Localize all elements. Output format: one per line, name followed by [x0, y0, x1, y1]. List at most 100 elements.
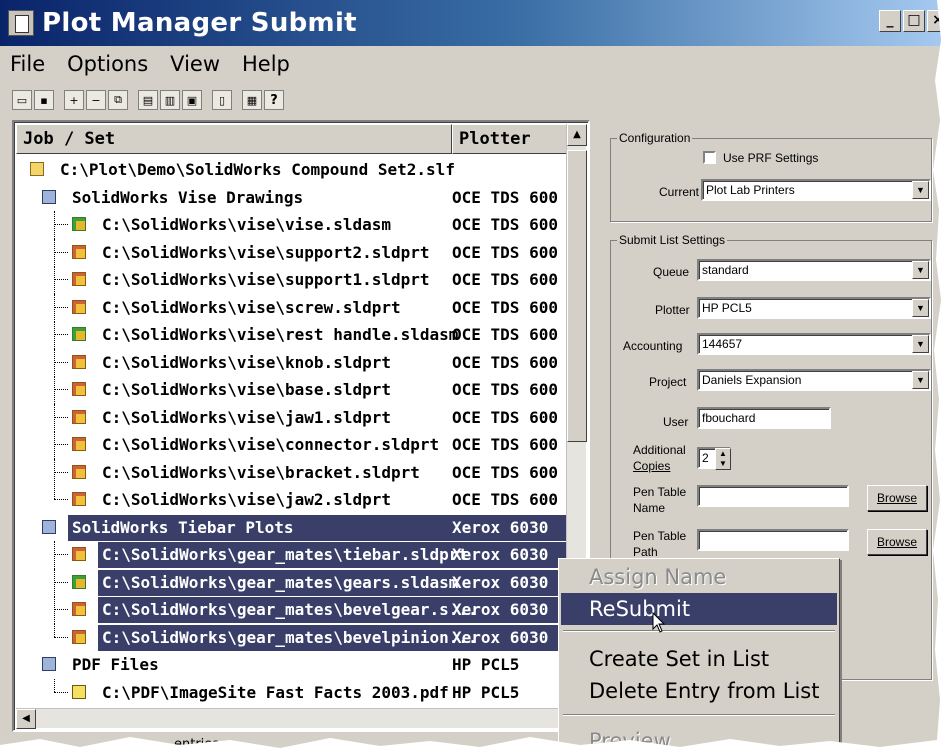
list-item[interactable]: C:\SolidWorks\vise\support1.sldprt OCE TD…	[16, 266, 572, 294]
accounting-select[interactable]: 144657 ▼	[697, 333, 931, 355]
add-file-icon[interactable]: +	[64, 90, 84, 110]
job-name: C:\SolidWorks\vise\knob.sldprt	[102, 352, 391, 372]
list-item[interactable]: C:\PDF\ImageSite Fast Facts 2003.pdf HP P…	[16, 678, 572, 707]
list-item[interactable]: SolidWorks Tiebar Plots Xerox 6030	[16, 514, 572, 542]
pen-table-path-field[interactable]	[697, 529, 849, 551]
tree-connector	[54, 416, 68, 418]
pdf-icon	[72, 684, 86, 699]
tree-connector	[54, 389, 68, 390]
user-field[interactable]: fbouchard	[697, 407, 831, 429]
list-item[interactable]: C:\SolidWorks\gear_mates\tiebar.sldprt Xe…	[16, 541, 572, 569]
plotter-name: OCE TDS 600	[452, 380, 558, 399]
tree-connector	[54, 266, 55, 294]
horizontal-scrollbar[interactable]: ◀	[16, 708, 568, 729]
list-item[interactable]: PDF Files HP PCL5	[16, 651, 572, 679]
maximize-button[interactable]: □	[903, 10, 925, 32]
browse-pen-path-button[interactable]: Browse	[867, 529, 927, 555]
plotter-name: OCE TDS 600	[452, 490, 558, 509]
title-bar[interactable]: Plot Manager Submit _ □ ×	[0, 0, 945, 46]
job-name: C:\SolidWorks\vise\jaw2.sldprt	[102, 490, 391, 509]
list-item[interactable]: C:\SolidWorks\vise\jaw1.sldprt OCE TDS 60…	[16, 403, 572, 432]
pen-path-label-line2: Path	[633, 545, 658, 559]
copies-spinner[interactable]: ▲ ▼	[715, 448, 731, 470]
set-icon	[42, 519, 56, 534]
tree-connector	[54, 224, 68, 225]
list-item[interactable]: C:\SolidWorks\vise\connector.sldprt OCE T…	[16, 431, 572, 459]
list-item[interactable]: C:\SolidWorks\vise\support2.sldprt OCE TD…	[16, 238, 572, 267]
open-icon[interactable]: ▭	[12, 90, 32, 110]
list-item[interactable]: SolidWorks Vise Drawings OCE TDS 600	[16, 184, 572, 212]
plotter-name: Xerox 6030	[452, 572, 549, 592]
tree-connector	[54, 293, 55, 322]
plotter-name: OCE TDS 600	[452, 297, 558, 317]
list-item[interactable]: C:\SolidWorks\vise\knob.sldprt OCE TDS 60…	[16, 348, 572, 377]
list-item[interactable]: C:\SolidWorks\gear_mates\bevelgear.s... X…	[16, 596, 572, 624]
pen-name-label-line2: Name	[633, 501, 666, 515]
minimize-button[interactable]: _	[879, 10, 901, 32]
list-item[interactable]: C:\SolidWorks\vise\rest handle.sldasm OCE…	[16, 321, 572, 349]
copy-icon[interactable]: ⧉	[108, 90, 128, 110]
list-item[interactable]: C:\SolidWorks\gear_mates\bevelpinion... X…	[16, 623, 572, 652]
scroll-up-icon[interactable]: ▲	[567, 124, 587, 146]
tree-connector	[54, 691, 68, 693]
list-item[interactable]: C:\Plot\Demo\SolidWorks Compound Set2.sl…	[16, 156, 572, 184]
tree-connector	[54, 251, 68, 253]
list-item[interactable]: C:\SolidWorks\vise\base.sldprt OCE TDS 60…	[16, 376, 572, 404]
tree-connector	[54, 581, 68, 583]
list-item[interactable]: C:\SolidWorks\vise\bracket.sldprt OCE TDS…	[16, 458, 572, 487]
plotter-name: Xerox 6030	[452, 600, 549, 619]
current-config-value: Plot Lab Printers	[706, 183, 795, 197]
menu-options[interactable]: Options	[67, 52, 148, 76]
save-icon[interactable]: ▪	[34, 90, 54, 110]
plotter-name: Xerox 6030	[452, 627, 549, 647]
queue-select[interactable]: standard ▼	[697, 259, 931, 281]
job-name: C:\Plot\Demo\SolidWorks Compound Set2.sl…	[60, 160, 455, 179]
list-item[interactable]: C:\SolidWorks\vise\screw.sldprt OCE TDS 6…	[16, 293, 572, 322]
submit-icon[interactable]: ▤	[138, 90, 158, 110]
part-icon	[72, 547, 86, 561]
help-icon[interactable]: ?	[264, 90, 284, 110]
part-icon	[72, 272, 86, 286]
use-prf-checkbox[interactable]	[703, 151, 716, 164]
tree-connector	[54, 596, 55, 624]
context-menu: Assign Name ReSubmit Create Set in List …	[558, 558, 840, 753]
configuration-group: Configuration Use PRF Settings Current P…	[610, 131, 932, 222]
part-icon	[72, 382, 86, 396]
list-item[interactable]: C:\SolidWorks\gear_mates\gears.sldasm Xer…	[16, 568, 572, 597]
remove-file-icon[interactable]: −	[86, 90, 106, 110]
menu-item-delete-entry[interactable]: Delete Entry from List	[561, 675, 837, 707]
tree-connector	[54, 348, 55, 377]
project-select[interactable]: Daniels Expansion ▼	[697, 369, 931, 391]
column-header-job[interactable]: Job / Set	[16, 124, 452, 154]
tree-connector	[54, 471, 68, 473]
scroll-left-icon[interactable]: ◀	[16, 709, 36, 729]
menu-file[interactable]: File	[10, 52, 45, 76]
menu-item-assign-name[interactable]: Assign Name	[561, 561, 837, 593]
plotter-name: OCE TDS 600	[452, 325, 558, 344]
configuration-title: Configuration	[617, 131, 693, 145]
current-config-select[interactable]: Plot Lab Printers ▼	[701, 179, 931, 201]
plotter-name: OCE TDS 600	[452, 242, 558, 262]
job-name: C:\SolidWorks\vise\bracket.sldprt	[102, 462, 420, 482]
browse-pen-name-button[interactable]: Browse	[867, 485, 927, 511]
part-icon	[72, 437, 86, 451]
list-item[interactable]: C:\SolidWorks\vise\jaw2.sldprt OCE TDS 60…	[16, 486, 572, 514]
column-header-plotter[interactable]: Plotter	[452, 124, 576, 154]
pen-table-name-field[interactable]	[697, 485, 849, 507]
menu-help[interactable]: Help	[242, 52, 290, 76]
menu-item-create-set[interactable]: Create Set in List	[561, 643, 837, 675]
plotter-select[interactable]: HP PCL5 ▼	[697, 297, 931, 319]
tree-connector	[54, 458, 55, 487]
plotter-name: Xerox 6030	[452, 517, 549, 537]
tree-connector	[54, 238, 55, 267]
list-item[interactable]: C:\SolidWorks\vise\vise.sldasm OCE TDS 60…	[16, 211, 572, 239]
submit-all-icon[interactable]: ▥	[160, 90, 180, 110]
preview-icon[interactable]: ▯	[212, 90, 232, 110]
properties-icon[interactable]: ▣	[182, 90, 202, 110]
menu-view[interactable]: View	[170, 52, 220, 76]
scroll-thumb[interactable]	[567, 150, 587, 442]
asm-icon	[72, 327, 86, 341]
plot-icon[interactable]: ▦	[242, 90, 262, 110]
plotter-name: HP PCL5	[452, 682, 520, 702]
menu-item-resubmit[interactable]: ReSubmit	[561, 593, 837, 625]
